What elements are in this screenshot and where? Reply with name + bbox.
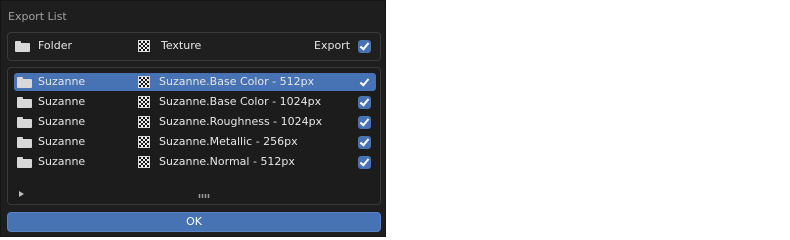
- ok-button[interactable]: OK: [7, 212, 381, 232]
- checkerboard-texture-icon: [138, 156, 150, 168]
- row-export-checkbox[interactable]: [358, 136, 371, 149]
- column-header: Folder Texture Export: [7, 32, 381, 61]
- list-item[interactable]: Suzanne Suzanne.Base Color - 512px: [14, 73, 376, 91]
- texture-list: Suzanne Suzanne.Base Color - 512px Suzan…: [7, 67, 381, 205]
- folder-icon: [17, 117, 32, 128]
- row-folder-name: Suzanne: [38, 135, 86, 148]
- export-column-label: Export: [314, 39, 351, 52]
- row-folder-name: Suzanne: [38, 75, 86, 88]
- row-export-checkbox[interactable]: [358, 116, 371, 129]
- row-texture-name: Suzanne.Base Color - 512px: [159, 75, 315, 88]
- export-all-checkbox[interactable]: [358, 40, 371, 53]
- folder-icon: [15, 41, 30, 52]
- row-export-checkbox[interactable]: [358, 156, 371, 169]
- row-texture-name: Suzanne.Normal - 512px: [159, 155, 295, 168]
- row-folder-name: Suzanne: [38, 115, 86, 128]
- disclosure-triangle-icon[interactable]: [19, 191, 24, 197]
- row-texture-name: Suzanne.Roughness - 1024px: [159, 115, 323, 128]
- folder-column-label: Folder: [38, 39, 72, 52]
- row-texture-name: Suzanne.Metallic - 256px: [159, 135, 298, 148]
- folder-icon: [17, 77, 32, 88]
- export-list-dialog: Export List Folder Texture Export Suzann…: [0, 0, 386, 237]
- row-folder-name: Suzanne: [38, 95, 86, 108]
- row-export-checkbox[interactable]: [358, 76, 371, 89]
- checkerboard-texture-icon: [138, 40, 150, 52]
- list-item[interactable]: Suzanne Suzanne.Metallic - 256px: [14, 133, 376, 151]
- resize-grip-handle[interactable]: [198, 194, 210, 198]
- list-item[interactable]: Suzanne Suzanne.Normal - 512px: [14, 153, 376, 171]
- list-item[interactable]: Suzanne Suzanne.Base Color - 1024px: [14, 93, 376, 111]
- dialog-title: Export List: [8, 10, 67, 23]
- checkerboard-texture-icon: [138, 96, 150, 108]
- texture-column-label: Texture: [161, 39, 202, 52]
- checkerboard-texture-icon: [138, 116, 150, 128]
- row-export-checkbox[interactable]: [358, 96, 371, 109]
- folder-icon: [17, 137, 32, 148]
- folder-icon: [17, 157, 32, 168]
- list-item[interactable]: Suzanne Suzanne.Roughness - 1024px: [14, 113, 376, 131]
- row-folder-name: Suzanne: [38, 155, 86, 168]
- checkerboard-texture-icon: [138, 136, 150, 148]
- checkerboard-texture-icon: [138, 76, 150, 88]
- folder-icon: [17, 97, 32, 108]
- row-texture-name: Suzanne.Base Color - 1024px: [159, 95, 322, 108]
